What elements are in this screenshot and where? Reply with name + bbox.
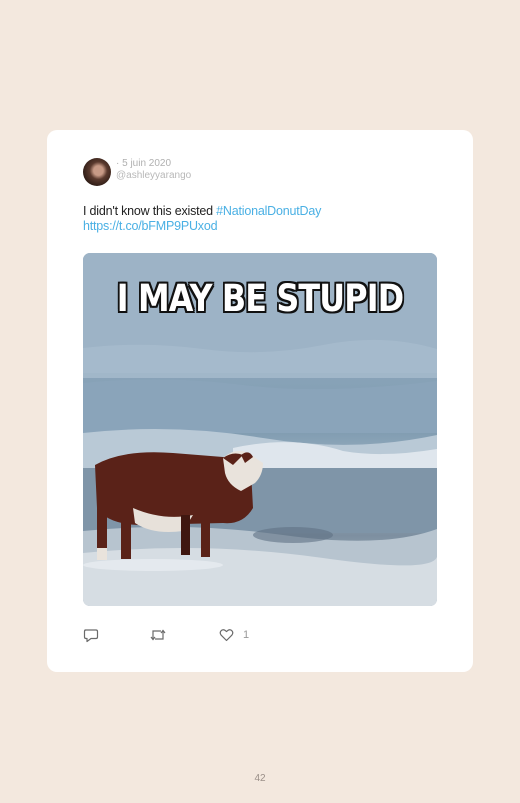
like-button[interactable]: 1 [219,626,249,644]
retweet-button[interactable] [149,626,167,644]
tweet-body: I didn't know this existed [83,204,217,218]
meme-caption: I MAY BE STUPID [116,277,404,320]
tweet-date: · 5 juin 2020 [116,158,172,169]
like-count: 1 [243,629,250,641]
avatar[interactable] [83,158,111,186]
tweet-text: I didn't know this existed #NationalDonu… [83,204,443,234]
tweet-media-image[interactable]: I MAY BE STUPID [83,253,437,606]
tweet-card: · 5 juin 2020 @ashleyyarango I didn't kn… [47,130,473,672]
reply-icon [83,628,99,642]
heart-icon [219,629,234,642]
tweet-actions: 1 [83,626,283,644]
reply-button[interactable] [83,626,99,644]
tweet-meta: · 5 juin 2020 @ashleyyarango [116,158,191,182]
page-number: 42 [254,773,266,784]
hashtag-link[interactable]: #NationalDonutDay [216,204,321,218]
retweet-icon [150,629,166,641]
url-link[interactable]: https://t.co/bFMP9PUxod [83,219,218,233]
tweet-handle[interactable]: @ashleyyarango [116,170,191,182]
